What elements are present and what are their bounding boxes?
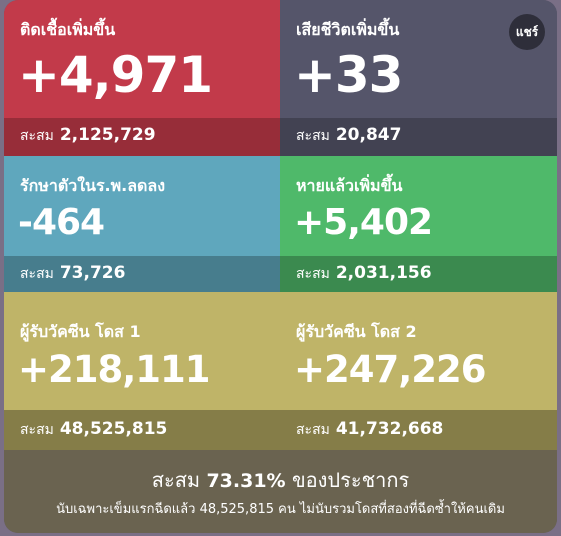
tile-in-hospital: รักษาตัวในร.พ.ลดลง -464 สะสม 73,726 xyxy=(4,156,280,292)
tile-value: +218,111 xyxy=(18,348,211,391)
tile-vaccine-dose-1: ผู้รับวัคซีน โดส 1 +218,111 สะสม 48,525,8… xyxy=(4,292,280,450)
tile-value: +4,971 xyxy=(18,46,213,104)
tile-label: หายแล้วเพิ่มขึ้น xyxy=(296,176,403,195)
vaccination-coverage-footer: สะสม 73.31% ของประชากร นับเฉพาะเข็มแรกฉี… xyxy=(4,450,557,533)
tile-label: ผู้รับวัคซีน โดส 1 xyxy=(20,322,141,341)
total-value: 2,031,156 xyxy=(335,263,432,283)
tile-total-bar: สะสม 73,726 xyxy=(4,256,280,292)
coverage-suffix: ของประชากร xyxy=(291,468,410,492)
total-label: สะสม xyxy=(296,128,330,144)
tile-new-deaths: เสียชีวิตเพิ่มขึ้น +33 แชร์ สะสม 20,847 xyxy=(280,0,557,156)
total-label: สะสม xyxy=(20,422,54,438)
tile-value: +33 xyxy=(294,46,403,104)
tile-total-bar: สะสม 41,732,668 xyxy=(280,410,557,450)
coverage-summary: สะสม 73.31% ของประชากร xyxy=(4,464,557,496)
tile-label: เสียชีวิตเพิ่มขึ้น xyxy=(296,20,400,39)
share-button[interactable]: แชร์ xyxy=(509,14,545,50)
total-value: 73,726 xyxy=(59,263,126,283)
coverage-percent: 73.31% xyxy=(206,470,286,492)
tile-total-bar: สะสม 20,847 xyxy=(280,118,557,156)
tile-value: -464 xyxy=(18,202,105,243)
total-label: สะสม xyxy=(20,266,54,282)
tile-label: ผู้รับวัคซีน โดส 2 xyxy=(296,322,417,341)
total-value: 20,847 xyxy=(335,125,402,145)
covid-stats-card: ติดเชื้อเพิ่มขึ้น +4,971 สะสม 2,125,729 เ… xyxy=(4,0,557,533)
tile-total-bar: สะสม 2,125,729 xyxy=(4,118,280,156)
total-value: 41,732,668 xyxy=(335,419,444,439)
tile-recovered: หายแล้วเพิ่มขึ้น +5,402 สะสม 2,031,156 xyxy=(280,156,557,292)
tile-new-cases: ติดเชื้อเพิ่มขึ้น +4,971 สะสม 2,125,729 xyxy=(4,0,280,156)
total-label: สะสม xyxy=(296,422,330,438)
tile-label: ติดเชื้อเพิ่มขึ้น xyxy=(20,20,116,39)
total-value: 48,525,815 xyxy=(59,419,168,439)
total-label: สะสม xyxy=(20,128,54,144)
coverage-note: นับเฉพาะเข็มแรกฉีดแล้ว 48,525,815 คน ไม่… xyxy=(56,502,505,517)
tile-total-bar: สะสม 2,031,156 xyxy=(280,256,557,292)
tile-vaccine-dose-2: ผู้รับวัคซีน โดส 2 +247,226 สะสม 41,732,6… xyxy=(280,292,557,450)
tile-value: +5,402 xyxy=(294,202,433,243)
tile-total-bar: สะสม 48,525,815 xyxy=(4,410,280,450)
coverage-prefix: สะสม xyxy=(151,468,201,492)
total-value: 2,125,729 xyxy=(59,125,156,145)
tile-value: +247,226 xyxy=(294,348,487,391)
total-label: สะสม xyxy=(296,266,330,282)
tile-label: รักษาตัวในร.พ.ลดลง xyxy=(20,176,166,195)
